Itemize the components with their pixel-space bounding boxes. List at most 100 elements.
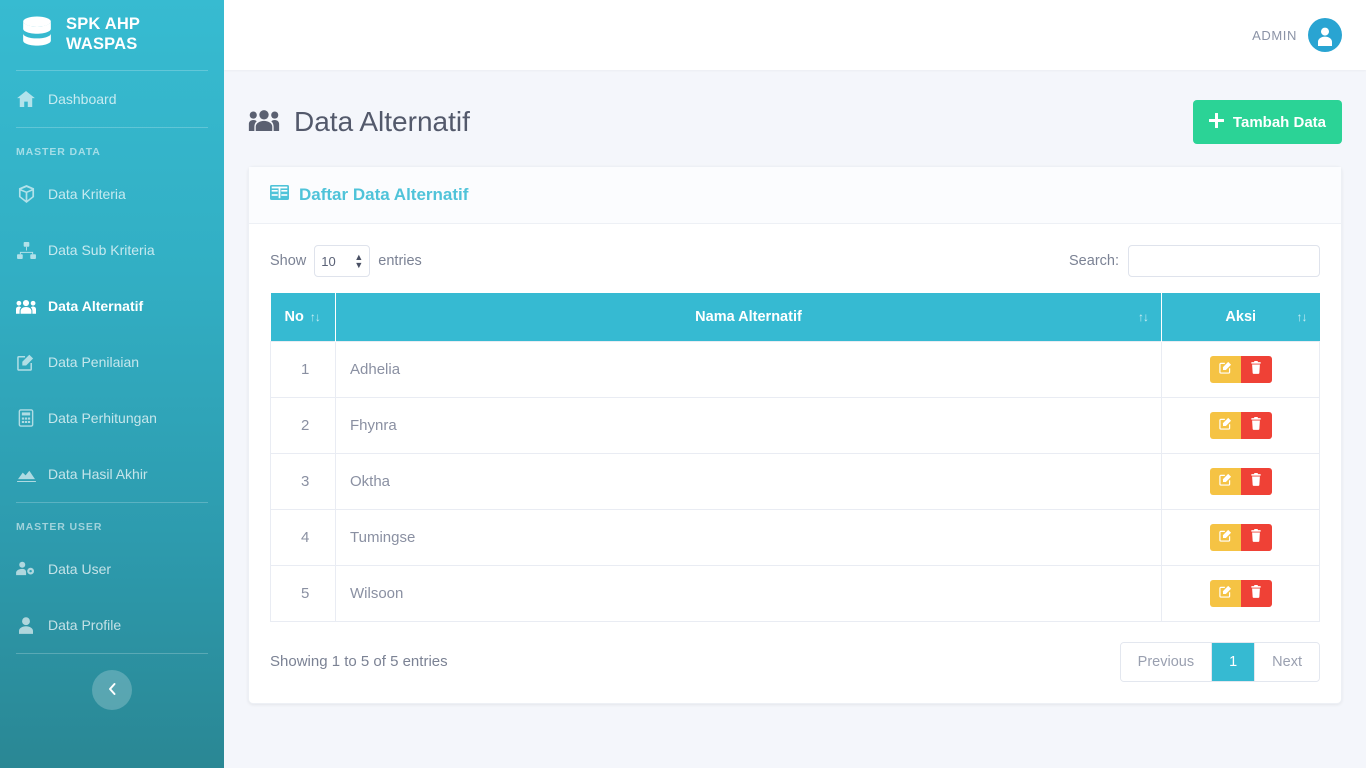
sidebar-item-data-user[interactable]: Data User <box>0 541 224 597</box>
users-icon <box>248 106 280 138</box>
trash-icon <box>1250 417 1262 433</box>
delete-button[interactable] <box>1240 523 1272 551</box>
row-actions <box>1209 411 1272 439</box>
table-row: 4 Tumingse <box>270 508 1320 566</box>
pagination-previous[interactable]: Previous <box>1120 642 1213 681</box>
database-icon <box>20 16 54 52</box>
sidebar-item-data-perhitungan[interactable]: Data Perhitungan <box>0 390 224 446</box>
users-icon <box>16 297 36 315</box>
delete-button[interactable] <box>1240 579 1272 607</box>
pagination-page-1[interactable]: 1 <box>1212 642 1256 681</box>
pagination-next[interactable]: Next <box>1255 642 1319 681</box>
sidebar-item-data-alternatif[interactable]: Data Alternatif <box>0 278 224 334</box>
sidebar: SPK AHP WASPAS Dashboard MASTER DATA Dat… <box>0 0 224 768</box>
user-menu[interactable]: ADMIN <box>1252 18 1342 52</box>
sidebar-item-label: Data Alternatif <box>48 298 144 314</box>
pagination: Previous 1 Next <box>1119 641 1320 682</box>
cell-nama: Tumingse <box>335 508 1162 566</box>
entries-select[interactable]: 10 <box>314 245 371 277</box>
column-label: Aksi <box>1225 308 1257 325</box>
column-header-aksi[interactable]: Aksi ↑↓ <box>1161 293 1320 341</box>
cell-aksi <box>1161 396 1320 454</box>
sidebar-item-label: Data Hasil Akhir <box>48 466 148 482</box>
sidebar-section-master-data: MASTER DATA <box>16 146 101 158</box>
edit-icon <box>1218 529 1232 545</box>
user-name: ADMIN <box>1252 27 1297 43</box>
cell-no: 5 <box>270 564 336 622</box>
calculator-icon <box>16 409 36 427</box>
sidebar-item-data-hasil-akhir[interactable]: Data Hasil Akhir <box>0 446 224 502</box>
sidebar-item-label: Data Perhitungan <box>48 410 157 426</box>
sidebar-item-data-sub-kriteria[interactable]: Data Sub Kriteria <box>0 222 224 278</box>
chevron-left-icon <box>107 682 118 699</box>
row-actions <box>1209 523 1272 551</box>
brand[interactable]: SPK AHP WASPAS <box>0 0 224 70</box>
main-area: ADMIN Data Alternatif Tambah Data Daftar… <box>224 0 1366 768</box>
table-body: 1 Adhelia 2 Fhynra 3 Oktha 4 Tumingse 5 … <box>270 340 1320 622</box>
table-header-row: No ↑↓ Nama Alternatif ↑↓ Aksi ↑↓ <box>270 293 1320 341</box>
box-icon <box>16 185 36 203</box>
table-icon <box>270 184 289 206</box>
cell-no: 4 <box>270 508 336 566</box>
datatable-footer: Showing 1 to 5 of 5 entries Previous 1 N… <box>270 641 1320 682</box>
sidebar-section-master-user: MASTER USER <box>16 521 103 533</box>
users-cog-icon <box>16 560 36 578</box>
cell-aksi <box>1161 508 1320 566</box>
delete-button[interactable] <box>1240 467 1272 495</box>
edit-icon <box>1218 361 1232 377</box>
trash-icon <box>1250 361 1262 377</box>
cell-no: 2 <box>270 396 336 454</box>
sidebar-item-data-profile[interactable]: Data Profile <box>0 597 224 653</box>
brand-title: SPK AHP WASPAS <box>66 15 140 53</box>
cell-nama: Fhynra <box>335 396 1162 454</box>
edit-button[interactable] <box>1209 523 1241 551</box>
search-input[interactable] <box>1128 245 1320 277</box>
delete-button[interactable] <box>1240 411 1272 439</box>
row-actions <box>1209 579 1272 607</box>
sidebar-item-data-kriteria[interactable]: Data Kriteria <box>0 166 224 222</box>
sitemap-icon <box>16 241 36 259</box>
column-label: Nama Alternatif <box>695 308 802 325</box>
sidebar-item-label: Dashboard <box>48 91 117 107</box>
trash-icon <box>1250 473 1262 489</box>
chart-area-icon <box>16 465 36 483</box>
user-avatar-icon[interactable] <box>1308 18 1342 52</box>
page-title: Data Alternatif <box>248 106 470 138</box>
page-title-text: Data Alternatif <box>294 106 470 137</box>
cell-aksi <box>1161 340 1320 398</box>
sidebar-item-dashboard[interactable]: Dashboard <box>0 71 224 127</box>
table-row: 2 Fhynra <box>270 396 1320 454</box>
cell-nama: Oktha <box>335 452 1162 510</box>
cell-aksi <box>1161 564 1320 622</box>
card-body: Show 10 ▲ ▼ entries Search: No ↑↓ Nama A… <box>249 224 1341 703</box>
page-header: Data Alternatif Tambah Data <box>248 100 1342 144</box>
sidebar-item-data-penilaian[interactable]: Data Penilaian <box>0 334 224 390</box>
cell-nama: Wilsoon <box>335 564 1162 622</box>
entries-label: entries <box>378 253 422 269</box>
sidebar-item-label: Data User <box>48 561 112 577</box>
card-title: Daftar Data Alternatif <box>299 185 469 204</box>
sidebar-collapse-button[interactable] <box>92 670 132 710</box>
column-header-nama-alternatif[interactable]: Nama Alternatif ↑↓ <box>335 293 1162 341</box>
entries-select-wrap: 10 ▲ ▼ <box>314 245 371 277</box>
column-header-no[interactable]: No ↑↓ <box>270 293 336 341</box>
table-row: 1 Adhelia <box>270 340 1320 398</box>
sidebar-item-label: Data Profile <box>48 617 122 633</box>
edit-button[interactable] <box>1209 467 1241 495</box>
alternatif-table: No ↑↓ Nama Alternatif ↑↓ Aksi ↑↓ 1 Adhel… <box>270 293 1320 622</box>
edit-button[interactable] <box>1209 579 1241 607</box>
sidebar-collapse-wrap <box>0 670 224 710</box>
delete-button[interactable] <box>1240 355 1272 383</box>
trash-icon <box>1250 529 1262 545</box>
add-data-button[interactable]: Tambah Data <box>1192 100 1342 144</box>
cell-no: 3 <box>270 452 336 510</box>
column-label: No <box>284 308 304 325</box>
add-data-label: Tambah Data <box>1232 113 1326 131</box>
edit-icon <box>1218 473 1232 489</box>
show-label: Show <box>270 253 307 269</box>
card-header: Daftar Data Alternatif <box>249 167 1341 224</box>
edit-square-icon <box>16 353 36 371</box>
edit-button[interactable] <box>1209 411 1241 439</box>
edit-button[interactable] <box>1209 355 1241 383</box>
trash-icon <box>1250 585 1262 601</box>
